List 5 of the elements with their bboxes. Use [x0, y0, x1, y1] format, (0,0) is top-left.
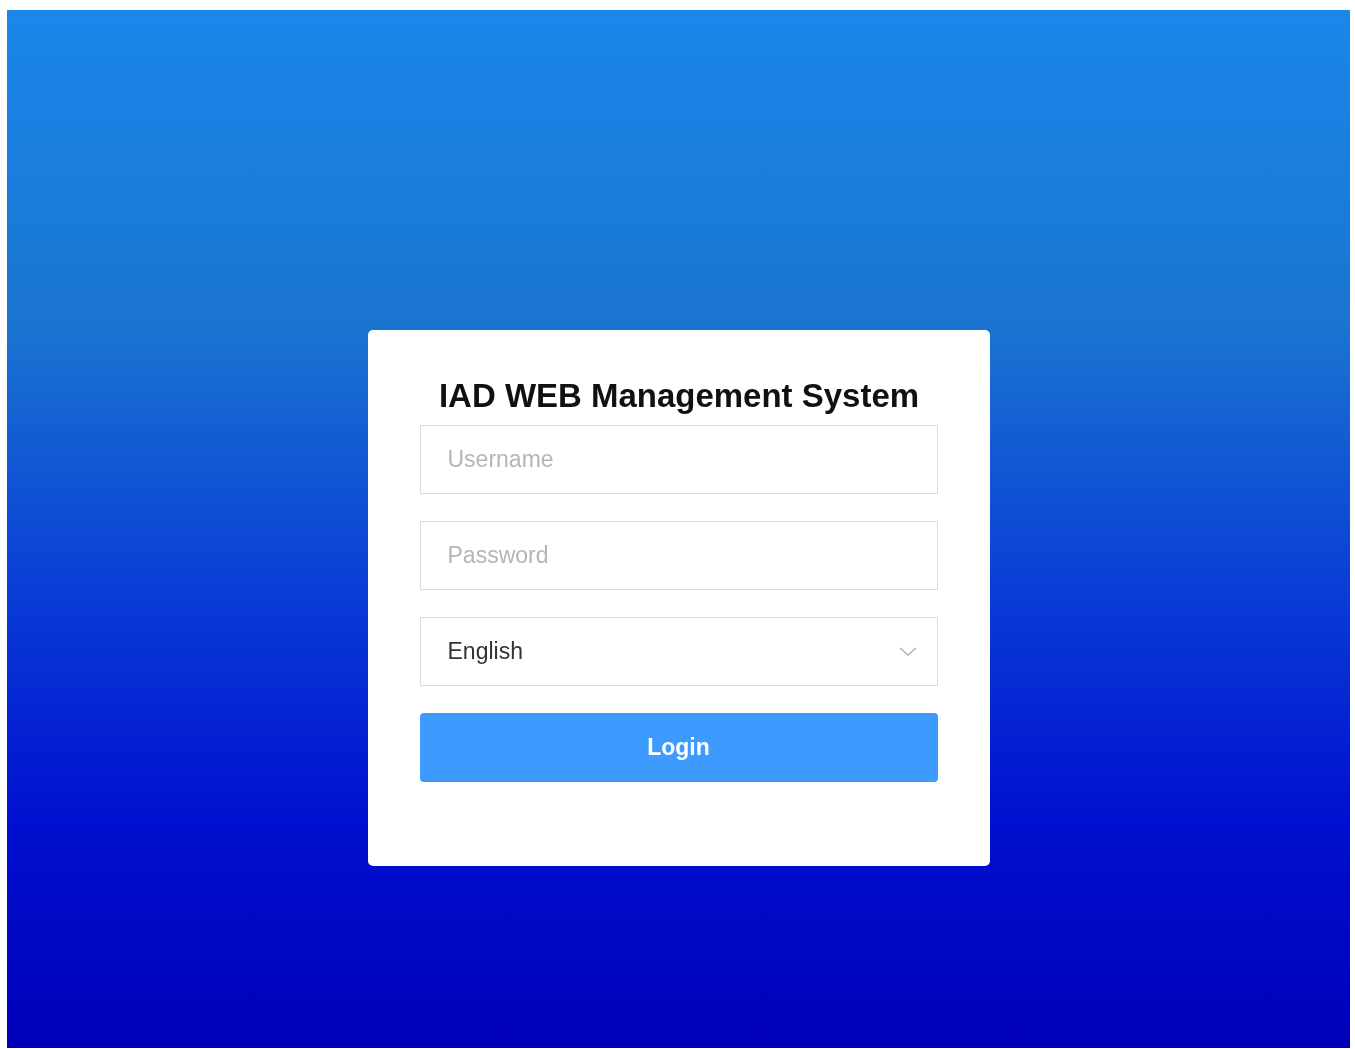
username-field[interactable]: Username [419, 425, 938, 494]
chevron-down-icon [898, 646, 917, 657]
login-title: IAD WEB Management System [437, 376, 920, 415]
password-field[interactable]: Password [419, 521, 938, 590]
language-dropdown[interactable]: English [419, 617, 938, 686]
